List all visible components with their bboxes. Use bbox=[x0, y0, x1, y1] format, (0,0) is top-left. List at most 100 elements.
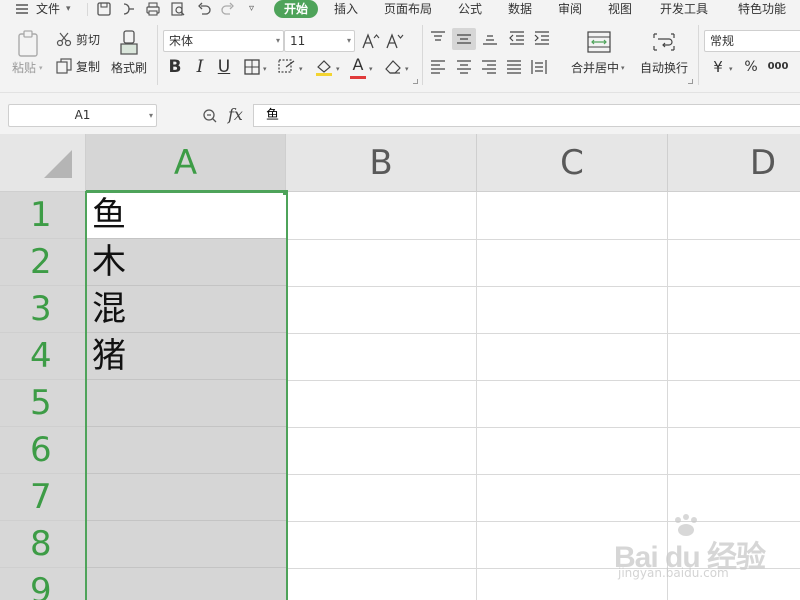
format-painter-icon[interactable] bbox=[118, 30, 140, 56]
percent-button[interactable]: % bbox=[741, 57, 761, 77]
align-left-icon[interactable] bbox=[429, 59, 447, 75]
currency-button[interactable]: ¥ bbox=[708, 57, 728, 77]
cell-a9[interactable] bbox=[86, 568, 286, 600]
cell-a7[interactable] bbox=[86, 474, 286, 521]
font-dialog-launcher-icon[interactable] bbox=[413, 79, 418, 84]
cell-a3[interactable]: 混 bbox=[86, 286, 286, 333]
cell-a1[interactable]: 鱼 bbox=[86, 192, 286, 239]
zoom-search-icon[interactable] bbox=[202, 108, 218, 124]
font-name-select[interactable]: 宋体 ▾ bbox=[163, 30, 284, 52]
merge-center-icon[interactable] bbox=[587, 31, 611, 53]
copy-icon[interactable] bbox=[56, 58, 72, 74]
align-right-icon[interactable] bbox=[480, 59, 498, 75]
decrease-font-icon[interactable] bbox=[386, 32, 404, 50]
formula-input[interactable]: 鱼 bbox=[253, 104, 800, 127]
chevron-down-icon[interactable]: ▾ bbox=[369, 65, 373, 73]
align-top-icon[interactable] bbox=[429, 30, 447, 46]
undo-icon[interactable] bbox=[196, 1, 212, 17]
cell-a4[interactable]: 猪 bbox=[86, 333, 286, 380]
chevron-down-icon[interactable]: ▾ bbox=[299, 65, 303, 73]
tab-review[interactable]: 审阅 bbox=[558, 1, 582, 17]
underline-button[interactable]: U bbox=[214, 57, 234, 77]
row-header-2[interactable]: 2 bbox=[0, 239, 86, 286]
align-bottom-icon[interactable] bbox=[481, 30, 499, 46]
gridline bbox=[286, 427, 800, 428]
format-painter-button[interactable]: 格式刷 bbox=[111, 61, 147, 75]
cut-button[interactable]: 剪切 bbox=[76, 33, 100, 47]
wrap-text-icon[interactable] bbox=[652, 31, 676, 53]
paste-button-label[interactable]: 粘贴 bbox=[12, 61, 36, 75]
tab-page-layout[interactable]: 页面布局 bbox=[384, 1, 432, 17]
chevron-down-icon[interactable]: ▾ bbox=[276, 31, 280, 51]
select-all-corner[interactable] bbox=[0, 134, 86, 192]
eraser-icon[interactable] bbox=[384, 59, 402, 75]
row-header-3[interactable]: 3 bbox=[0, 286, 86, 333]
row-header-7[interactable]: 7 bbox=[0, 474, 86, 521]
tab-special-features[interactable]: 特色功能 bbox=[738, 1, 786, 17]
align-center-icon[interactable] bbox=[455, 59, 473, 75]
row-header-6[interactable]: 6 bbox=[0, 427, 86, 474]
italic-button[interactable]: I bbox=[190, 57, 210, 77]
chevron-down-icon[interactable]: ▾ bbox=[149, 105, 153, 126]
align-middle-button[interactable] bbox=[452, 28, 476, 50]
alignment-dialog-launcher-icon[interactable] bbox=[688, 79, 693, 84]
chevron-down-icon[interactable]: ▾ bbox=[66, 1, 71, 17]
font-color-button[interactable]: A bbox=[348, 55, 368, 75]
hamburger-menu-icon[interactable] bbox=[14, 1, 30, 17]
paste-dropdown-arrow[interactable]: ▾ bbox=[39, 64, 43, 72]
copy-button[interactable]: 复制 bbox=[76, 60, 100, 74]
chevron-down-icon[interactable]: ▾ bbox=[405, 65, 409, 73]
row-header-1[interactable]: 1 bbox=[0, 192, 86, 239]
tab-data[interactable]: 数据 bbox=[508, 1, 532, 17]
chevron-down-icon[interactable]: ▾ bbox=[621, 64, 625, 72]
column-header-d[interactable]: D bbox=[668, 134, 800, 192]
name-box[interactable]: A1 ▾ bbox=[8, 104, 157, 127]
tab-view[interactable]: 视图 bbox=[608, 1, 632, 17]
fill-style-icon[interactable] bbox=[278, 59, 296, 75]
file-menu[interactable]: 文件 bbox=[36, 1, 60, 17]
cell-a6[interactable] bbox=[86, 427, 286, 474]
justify-icon[interactable] bbox=[505, 59, 523, 75]
fill-handle[interactable] bbox=[283, 190, 288, 195]
tab-home[interactable]: 开始 bbox=[274, 0, 318, 18]
row-header-4[interactable]: 4 bbox=[0, 333, 86, 380]
column-header-b[interactable]: B bbox=[286, 134, 477, 192]
scissors-icon[interactable] bbox=[56, 31, 72, 47]
chevron-down-icon[interactable]: ▾ bbox=[263, 65, 267, 73]
font-size-value: 11 bbox=[290, 34, 306, 48]
increase-indent-icon[interactable] bbox=[533, 30, 551, 46]
borders-icon[interactable] bbox=[244, 59, 260, 75]
decrease-indent-icon[interactable] bbox=[508, 30, 526, 46]
number-format-select[interactable]: 常规 bbox=[704, 30, 800, 52]
fill-color-icon[interactable] bbox=[314, 57, 334, 77]
wrap-text-button[interactable]: 自动换行 bbox=[640, 61, 688, 75]
save-icon[interactable] bbox=[96, 1, 112, 17]
tab-insert[interactable]: 插入 bbox=[334, 1, 358, 17]
merge-center-button[interactable]: 合并居中 bbox=[571, 61, 619, 75]
row-header-9[interactable]: 9 bbox=[0, 568, 86, 600]
customize-toolbar-icon[interactable]: ▿ bbox=[249, 1, 254, 17]
column-header-c[interactable]: C bbox=[477, 134, 668, 192]
increase-font-icon[interactable] bbox=[362, 32, 380, 50]
row-header-8[interactable]: 8 bbox=[0, 521, 86, 568]
thousands-separator-button[interactable]: 000 bbox=[766, 57, 790, 77]
export-pdf-icon[interactable] bbox=[120, 1, 136, 17]
fx-insert-function-button[interactable]: fx bbox=[228, 105, 243, 124]
font-size-select[interactable]: 11 ▾ bbox=[284, 30, 355, 52]
cell-a2[interactable]: 木 bbox=[86, 239, 286, 286]
chevron-down-icon[interactable]: ▾ bbox=[347, 31, 351, 51]
column-header-a[interactable]: A bbox=[86, 134, 286, 192]
bold-button[interactable]: B bbox=[165, 57, 185, 77]
tab-developer[interactable]: 开发工具 bbox=[660, 1, 708, 17]
redo-icon[interactable] bbox=[220, 1, 236, 17]
chevron-down-icon[interactable]: ▾ bbox=[336, 65, 340, 73]
cell-a5[interactable] bbox=[86, 380, 286, 427]
tab-formulas[interactable]: 公式 bbox=[458, 1, 482, 17]
distributed-align-icon[interactable] bbox=[530, 59, 548, 75]
print-preview-icon[interactable] bbox=[170, 1, 186, 17]
chevron-down-icon[interactable]: ▾ bbox=[729, 65, 733, 73]
print-icon[interactable] bbox=[145, 1, 161, 17]
cell-a8[interactable] bbox=[86, 521, 286, 568]
paste-icon[interactable] bbox=[16, 30, 40, 58]
row-header-5[interactable]: 5 bbox=[0, 380, 86, 427]
